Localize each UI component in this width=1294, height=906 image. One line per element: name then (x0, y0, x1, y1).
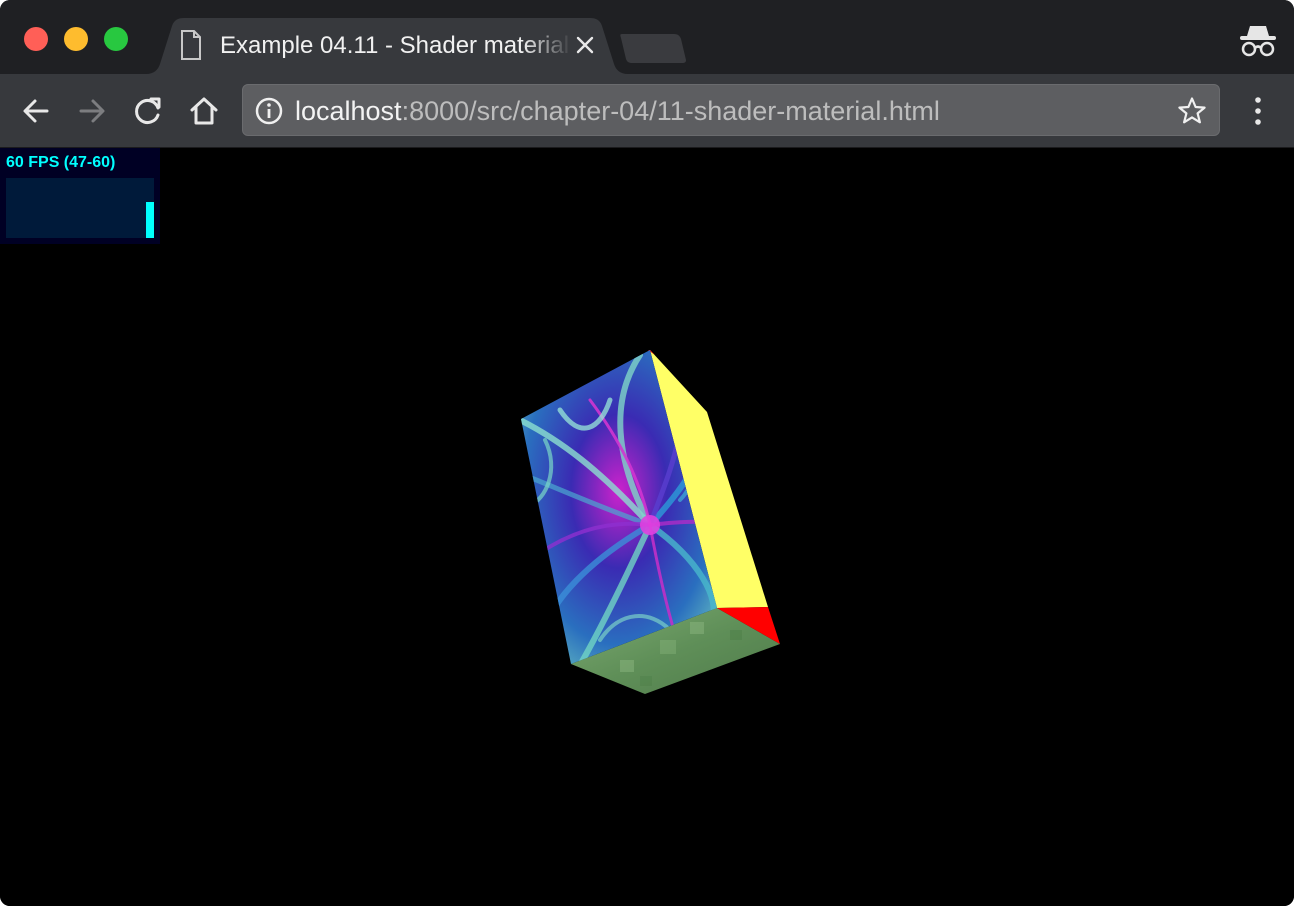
star-icon[interactable] (1177, 96, 1207, 126)
forward-button[interactable] (75, 94, 109, 128)
arrow-left-icon (23, 99, 49, 123)
url-path: :8000/src/chapter-04/11-shader-material.… (401, 96, 940, 126)
fps-bar-wrap (146, 178, 154, 238)
three-dots-vertical-icon[interactable] (1242, 94, 1274, 128)
fps-graph (6, 178, 154, 238)
reload-icon (135, 97, 161, 124)
close-icon[interactable] (574, 34, 596, 56)
close-window-button[interactable] (24, 27, 48, 51)
document-icon (181, 30, 201, 60)
back-button[interactable] (19, 94, 53, 128)
arrow-right-icon (79, 99, 105, 123)
fps-bar (146, 202, 154, 238)
home-button[interactable] (187, 94, 221, 128)
fps-label: 60 FPS (47-60) (6, 154, 116, 171)
browser-window: Example 04.11 - Shader material localhos… (0, 0, 1294, 906)
stats-panel[interactable]: 60 FPS (47-60) (0, 148, 160, 244)
minimize-window-button[interactable] (64, 27, 88, 51)
home-icon (190, 97, 218, 125)
url-text[interactable]: localhost:8000/src/chapter-04/11-shader-… (295, 85, 940, 137)
address-bar[interactable]: localhost:8000/src/chapter-04/11-shader-… (242, 84, 1220, 136)
new-tab-button[interactable] (620, 32, 690, 64)
rendered-box (521, 350, 780, 694)
reload-button[interactable] (131, 94, 165, 128)
toolbar: localhost:8000/src/chapter-04/11-shader-… (0, 74, 1294, 148)
tab-active[interactable]: Example 04.11 - Shader material (146, 18, 628, 74)
webgl-canvas[interactable]: 60 FPS (47-60) (0, 148, 1294, 906)
info-icon[interactable] (255, 97, 283, 125)
zoom-window-button[interactable] (104, 27, 128, 51)
incognito-icon (1240, 26, 1276, 57)
url-host: localhost (295, 96, 402, 126)
tab-strip: Example 04.11 - Shader material (0, 0, 1294, 74)
tab-title: Example 04.11 - Shader material (220, 32, 570, 59)
